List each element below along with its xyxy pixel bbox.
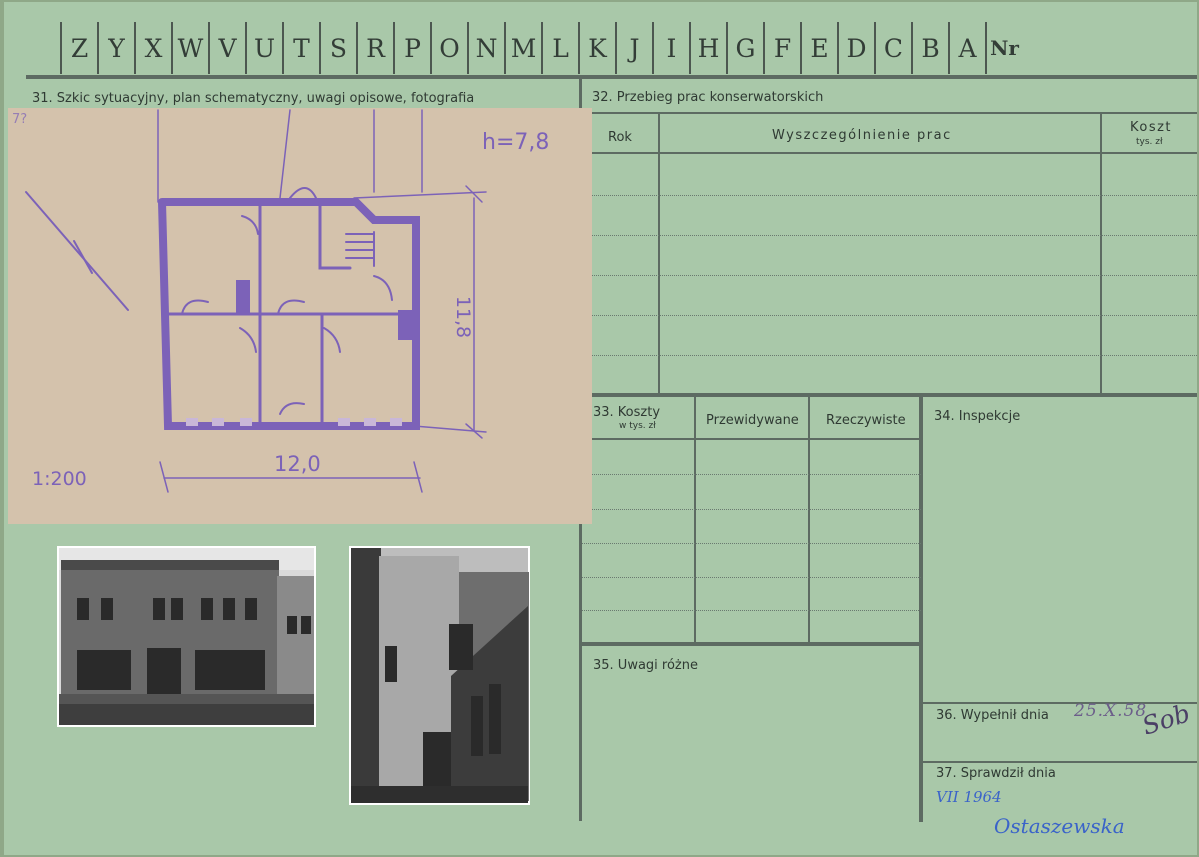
index-nr-label: Nr <box>985 22 1022 74</box>
section-37-signature: Ostaszewska <box>994 814 1125 838</box>
courtyard-photo <box>349 546 530 805</box>
s37-top-line <box>923 761 1197 763</box>
s33-row-line <box>582 577 921 578</box>
col-year-header: Rok <box>608 130 632 145</box>
s33-col-line-2 <box>808 397 810 642</box>
index-letter: Y <box>97 22 134 74</box>
s36-top-line <box>923 702 1197 704</box>
s33-row-line <box>582 543 921 544</box>
index-letter: H <box>689 22 726 74</box>
section-33-unit: w tys. zł <box>619 421 656 431</box>
s32-bottom-rule <box>582 393 1197 397</box>
index-letter: I <box>652 22 689 74</box>
s32-row-line <box>592 315 1197 316</box>
index-letter: S <box>319 22 356 74</box>
section-31-label: 31. Szkic sytuacyjny, plan schematyczny,… <box>32 91 475 106</box>
s33-row-line <box>582 610 921 611</box>
s32-col-line-2 <box>1100 113 1102 394</box>
top-rule <box>26 75 1197 79</box>
index-letter: U <box>245 22 282 74</box>
index-letter: A <box>948 22 985 74</box>
section-37-date: VII 1964 <box>936 788 1002 806</box>
index-letter: G <box>726 22 763 74</box>
col-cost-unit: tys. zł <box>1136 137 1163 147</box>
s32-row-line <box>592 195 1197 196</box>
facade-photo <box>57 546 316 727</box>
sketch-height-note: h=7,8 <box>482 130 550 155</box>
s33-bottom-rule <box>582 642 921 646</box>
index-letter: N <box>467 22 504 74</box>
section-36-date: 25.X.58 <box>1074 701 1148 721</box>
s32-col-line-1 <box>658 113 660 394</box>
index-letter: D <box>837 22 874 74</box>
col-cost-header: Koszt <box>1130 120 1173 135</box>
index-letter: F <box>763 22 800 74</box>
s33-header-line <box>582 438 921 440</box>
section-37-label: 37. Sprawdził dnia <box>936 766 1056 781</box>
index-letter: P <box>393 22 430 74</box>
index-letter: O <box>430 22 467 74</box>
index-letter: Z <box>60 22 97 74</box>
sketch-scale: 1:200 <box>32 468 87 490</box>
col-planned-header: Przewidywane <box>706 413 799 428</box>
s32-header-line <box>592 152 1197 154</box>
s33-row-line <box>582 474 921 475</box>
index-letter: C <box>874 22 911 74</box>
s32-row-line <box>592 275 1197 276</box>
index-letter-strip: Z Y X W V U T S R P O N M L K J I H G F E D C B A Nr <box>60 22 1022 74</box>
col-actual-header: Rzeczywiste <box>826 413 906 428</box>
section-34-label: 34. Inspekcje <box>934 409 1021 424</box>
index-letter: W <box>171 22 208 74</box>
index-letter: T <box>282 22 319 74</box>
sketch-corner-note: 7? <box>12 112 28 127</box>
sketch-width-dimension: 12,0 <box>274 452 321 476</box>
s32-row-line <box>592 355 1197 356</box>
floor-plan-sketch: 7? h=7,8 12,0 11,8 1:200 <box>8 108 592 524</box>
section-33-label: 33. Koszty <box>593 405 661 420</box>
index-letter: E <box>800 22 837 74</box>
s32-row-line <box>592 235 1197 236</box>
section-36-label: 36. Wypełnił dnia <box>936 708 1049 723</box>
s33-col-line-1 <box>694 397 696 642</box>
index-letter: J <box>615 22 652 74</box>
section-35-label: 35. Uwagi różne <box>593 658 698 673</box>
section-32-label: 32. Przebieg prac konserwatorskich <box>592 90 824 105</box>
s33-row-line <box>582 509 921 510</box>
index-letter: X <box>134 22 171 74</box>
index-letter: V <box>208 22 245 74</box>
col-works-header: Wyszczególnienie prac <box>772 128 952 143</box>
index-letter: M <box>504 22 541 74</box>
index-letter: L <box>541 22 578 74</box>
s32-top-line <box>592 112 1197 114</box>
sketch-depth-dimension: 11,8 <box>452 295 475 339</box>
index-letter: K <box>578 22 615 74</box>
index-letter: R <box>356 22 393 74</box>
index-letter: B <box>911 22 948 74</box>
